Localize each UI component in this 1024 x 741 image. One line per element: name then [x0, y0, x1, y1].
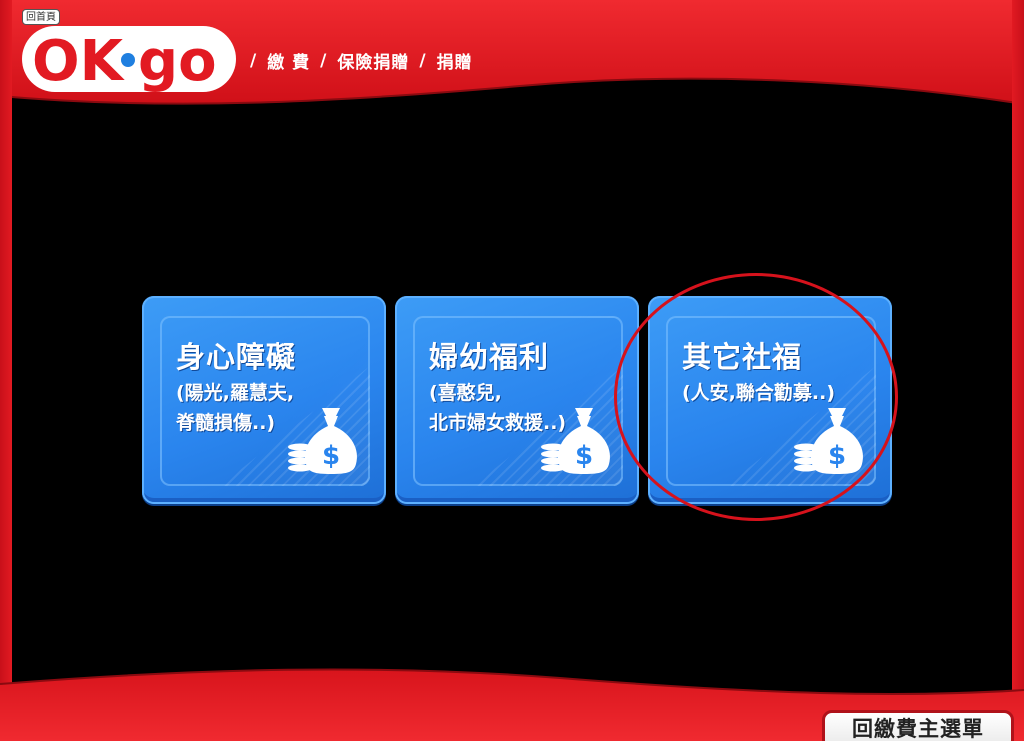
- svg-text:$: $: [322, 441, 340, 471]
- tile-women-children[interactable]: 婦幼福利 (喜憨兒, 北市婦女救援..) $: [395, 296, 639, 504]
- svg-text:$: $: [828, 441, 846, 471]
- kiosk-screen: 回首頁 OK go / 繳 費 / 保險捐贈 / 捐贈 身心障礙 (陽光,羅慧夫…: [0, 0, 1024, 741]
- breadcrumb-separator: /: [250, 50, 258, 71]
- breadcrumb: / 繳 費 / 保險捐贈 / 捐贈: [250, 48, 473, 74]
- breadcrumb-item-insurance-donation: 保險捐贈: [337, 53, 410, 73]
- okgo-logo: OK go: [22, 26, 236, 94]
- logo-text-left: OK: [32, 29, 126, 94]
- tile-subtitle: (陽光,羅慧夫, 脊髓損傷..): [176, 378, 294, 438]
- tile-subtitle-line: (陽光,羅慧夫,: [176, 382, 295, 404]
- frame-left: [0, 0, 12, 741]
- donation-category-grid: 身心障礙 (陽光,羅慧夫, 脊髓損傷..) $ 婦幼福利 (喜憨兒, 北市婦女救…: [142, 296, 892, 506]
- money-bag-icon: $: [288, 408, 358, 474]
- svg-text:$: $: [575, 441, 593, 471]
- tile-title: 身心障礙: [176, 340, 297, 374]
- logo-text-right: go: [138, 29, 217, 94]
- breadcrumb-item-payment: 繳 費: [267, 53, 311, 73]
- tile-other-welfare[interactable]: 其它社福 (人安,聯合勸募..) $: [648, 296, 892, 504]
- tile-title: 婦幼福利: [429, 340, 550, 374]
- frame-right: [1012, 0, 1024, 741]
- back-to-payment-menu-button[interactable]: 回繳費主選單: [822, 710, 1014, 741]
- breadcrumb-separator: /: [419, 50, 427, 71]
- tile-disability[interactable]: 身心障礙 (陽光,羅慧夫, 脊髓損傷..) $: [142, 296, 386, 504]
- money-bag-icon: $: [541, 408, 611, 474]
- money-bag-icon: $: [794, 408, 864, 474]
- tile-title: 其它社福: [682, 340, 803, 374]
- breadcrumb-separator: /: [320, 50, 328, 71]
- breadcrumb-item-donation: 捐贈: [436, 53, 473, 73]
- tile-subtitle-line: 脊髓損傷..): [176, 412, 276, 434]
